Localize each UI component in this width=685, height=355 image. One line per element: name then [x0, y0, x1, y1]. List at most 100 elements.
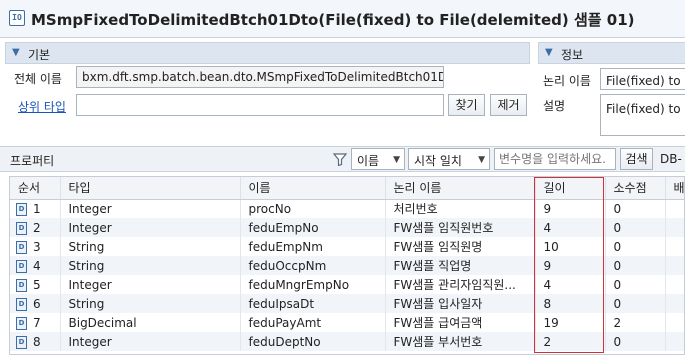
- length-cell: 10: [535, 237, 606, 256]
- name-cell: feduEmpNm: [240, 237, 386, 256]
- collapse-arrow-icon[interactable]: ▼: [12, 47, 20, 58]
- db-button[interactable]: DB-: [660, 152, 682, 166]
- column-header-type[interactable]: 타입: [60, 177, 241, 200]
- seq-cell: D5: [10, 275, 61, 294]
- array-cell: [665, 256, 684, 275]
- name-cell: procNo: [240, 199, 386, 218]
- full-name-label: 전체 이름: [14, 72, 62, 86]
- column-header-logical-name[interactable]: 논리 이름: [385, 177, 536, 200]
- field-select[interactable]: 이름 ▼: [351, 148, 405, 170]
- logical-name-field[interactable]: File(fixed) to File(delemited) 샘플 01: [600, 68, 685, 90]
- table-row[interactable]: D4 String feduOccpNm FW샘플 직업명 9 0: [10, 256, 684, 275]
- name-cell: feduPayAmt: [240, 313, 386, 332]
- seq-cell: D6: [10, 294, 61, 313]
- length-cell: 8: [535, 294, 606, 313]
- seq-value: 4: [33, 258, 41, 273]
- array-cell: [665, 332, 684, 351]
- logical-name-cell: FW샘플 관리자임직원...: [385, 275, 536, 294]
- length-cell: 19: [535, 313, 606, 332]
- scale-cell: 0: [605, 237, 666, 256]
- name-cell: feduMngrEmpNo: [240, 275, 386, 294]
- array-cell: [665, 294, 684, 313]
- seq-value: 5: [33, 277, 41, 292]
- logical-name-cell: FW샘플 임직원명: [385, 237, 536, 256]
- column-header-scale[interactable]: 소수점: [605, 177, 666, 200]
- array-cell: [665, 218, 684, 237]
- table-row[interactable]: D1 Integer procNo 처리번호 9 0: [10, 199, 684, 218]
- seq-value: 7: [33, 315, 41, 330]
- seq-value: 3: [33, 239, 41, 254]
- logical-name-cell: FW샘플 입사일자: [385, 294, 536, 313]
- full-name-field[interactable]: bxm.dft.smp.batch.bean.dto.MSmpFixedToDe…: [76, 66, 444, 88]
- description-field[interactable]: File(fixed) to File(delemited) 샘플 01: [600, 94, 685, 136]
- field-select-value: 이름: [357, 154, 380, 168]
- seq-cell: D2: [10, 218, 61, 237]
- seq-cell: D4: [10, 256, 61, 275]
- column-header-length[interactable]: 길이: [535, 177, 606, 200]
- field-icon: D: [16, 316, 27, 330]
- seq-value: 2: [33, 220, 41, 235]
- table-row[interactable]: D6 String feduIpsaDt FW샘플 입사일자 8 0: [10, 294, 684, 313]
- seq-value: 1: [33, 201, 41, 216]
- table-row[interactable]: D8 Integer feduDeptNo FW샘플 부서번호 2 0: [10, 332, 684, 351]
- logical-name-cell: FW샘플 급여금액: [385, 313, 536, 332]
- parent-type-link[interactable]: 상위 타입: [18, 98, 66, 115]
- parent-type-field[interactable]: [76, 94, 444, 116]
- length-cell: 9: [535, 199, 606, 218]
- table-row[interactable]: D3 String feduEmpNm FW샘플 임직원명 10 0: [10, 237, 684, 256]
- description-label: 설명: [543, 99, 566, 113]
- search-button[interactable]: 검색: [620, 148, 653, 170]
- length-cell: 4: [535, 218, 606, 237]
- field-icon: D: [16, 259, 27, 273]
- logical-name-cell: 처리번호: [385, 199, 536, 218]
- scale-cell: 0: [605, 256, 666, 275]
- column-header-name[interactable]: 이름: [240, 177, 386, 200]
- column-header-seq[interactable]: 순서: [10, 177, 61, 200]
- basic-section-title: 기본: [28, 48, 51, 62]
- name-cell: feduDeptNo: [240, 332, 386, 351]
- array-cell: [665, 275, 684, 294]
- remove-button[interactable]: 제거: [490, 94, 527, 116]
- info-section-title: 정보: [561, 48, 584, 62]
- type-cell: Integer: [60, 332, 241, 351]
- find-button[interactable]: 찾기: [448, 94, 485, 116]
- logical-name-cell: FW샘플 임직원번호: [385, 218, 536, 237]
- seq-value: 8: [33, 334, 41, 349]
- logical-name-cell: FW샘플 직업명: [385, 256, 536, 275]
- filter-icon[interactable]: [333, 153, 347, 166]
- scale-cell: 0: [605, 275, 666, 294]
- table-header: 순서 타입 이름 논리 이름 길이 소수점 배열: [10, 177, 684, 200]
- array-cell: [665, 199, 684, 218]
- scale-cell: 0: [605, 218, 666, 237]
- name-cell: feduEmpNo: [240, 218, 386, 237]
- scale-cell: 0: [605, 332, 666, 351]
- chevron-down-icon: ▼: [478, 155, 485, 165]
- table-row[interactable]: D7 BigDecimal feduPayAmt FW샘플 급여금액 19 2: [10, 313, 684, 332]
- field-icon: D: [16, 278, 27, 292]
- field-icon: D: [16, 202, 27, 216]
- properties-table: 순서 타입 이름 논리 이름 길이 소수점 배열 D1 Integer proc…: [9, 176, 685, 355]
- type-cell: BigDecimal: [60, 313, 241, 332]
- type-cell: String: [60, 256, 241, 275]
- field-icon: D: [16, 335, 27, 349]
- match-select[interactable]: 시작 일치 ▼: [408, 148, 490, 170]
- length-cell: 4: [535, 275, 606, 294]
- seq-cell: D1: [10, 199, 61, 218]
- scale-cell: 0: [605, 294, 666, 313]
- column-header-array[interactable]: 배열: [665, 177, 684, 200]
- seq-cell: D3: [10, 237, 61, 256]
- collapse-arrow-icon[interactable]: ▼: [545, 47, 553, 58]
- length-cell: 2: [535, 332, 606, 351]
- properties-toolbar: 프로퍼티 이름 ▼ 시작 일치 ▼ 검색 DB-: [0, 146, 685, 172]
- table-row[interactable]: D5 Integer feduMngrEmpNo FW샘플 관리자임직원... …: [10, 275, 684, 294]
- table-row[interactable]: D2 Integer feduEmpNo FW샘플 임직원번호 4 0: [10, 218, 684, 237]
- array-cell: [665, 237, 684, 256]
- io-dto-icon: IO: [9, 10, 25, 26]
- seq-cell: D8: [10, 332, 61, 351]
- type-cell: Integer: [60, 275, 241, 294]
- info-section-header[interactable]: ▼ 정보: [538, 42, 685, 64]
- basic-section-header[interactable]: ▼ 기본: [5, 42, 530, 64]
- seq-value: 6: [33, 296, 41, 311]
- variable-search-input[interactable]: [494, 148, 616, 170]
- length-cell: 9: [535, 256, 606, 275]
